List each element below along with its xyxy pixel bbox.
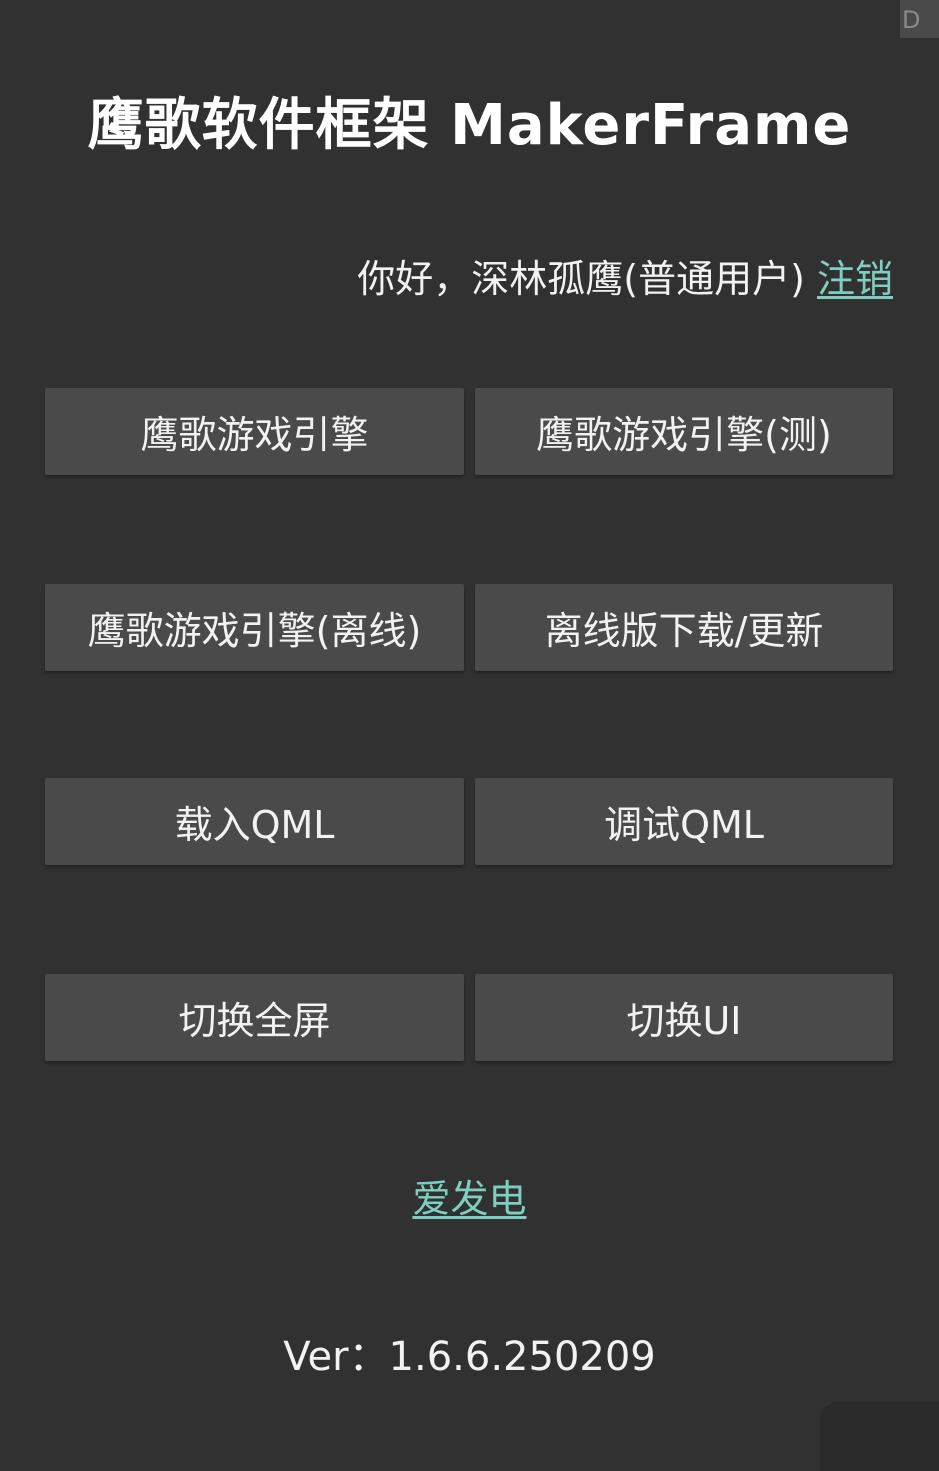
user-greeting-row: 你好，深林孤鹰(普通用户) 注销 xyxy=(357,248,893,303)
toggle-fullscreen-button[interactable]: 切换全屏 xyxy=(45,974,464,1061)
toggle-ui-button[interactable]: 切换UI xyxy=(475,974,893,1061)
game-engine-offline-button[interactable]: 鹰歌游戏引擎(离线) xyxy=(45,584,464,671)
logout-link[interactable]: 注销 xyxy=(817,257,893,301)
debug-qml-button[interactable]: 调试QML xyxy=(475,778,893,865)
donate-link[interactable]: 爱发电 xyxy=(412,1177,526,1221)
debug-badge: D xyxy=(900,0,939,38)
load-qml-button[interactable]: 载入QML xyxy=(45,778,464,865)
donate-row: 爱发电 xyxy=(0,1168,939,1223)
offline-download-button[interactable]: 离线版下载/更新 xyxy=(475,584,893,671)
version-label: Ver：1.6.6.250209 xyxy=(283,1334,656,1380)
corner-handle[interactable] xyxy=(820,1402,939,1471)
user-greeting: 你好，深林孤鹰(普通用户) xyxy=(357,257,817,301)
app-title: 鹰歌软件框架 MakerFrame xyxy=(87,93,852,158)
game-engine-test-button[interactable]: 鹰歌游戏引擎(测) xyxy=(475,388,893,475)
game-engine-button[interactable]: 鹰歌游戏引擎 xyxy=(45,388,464,475)
